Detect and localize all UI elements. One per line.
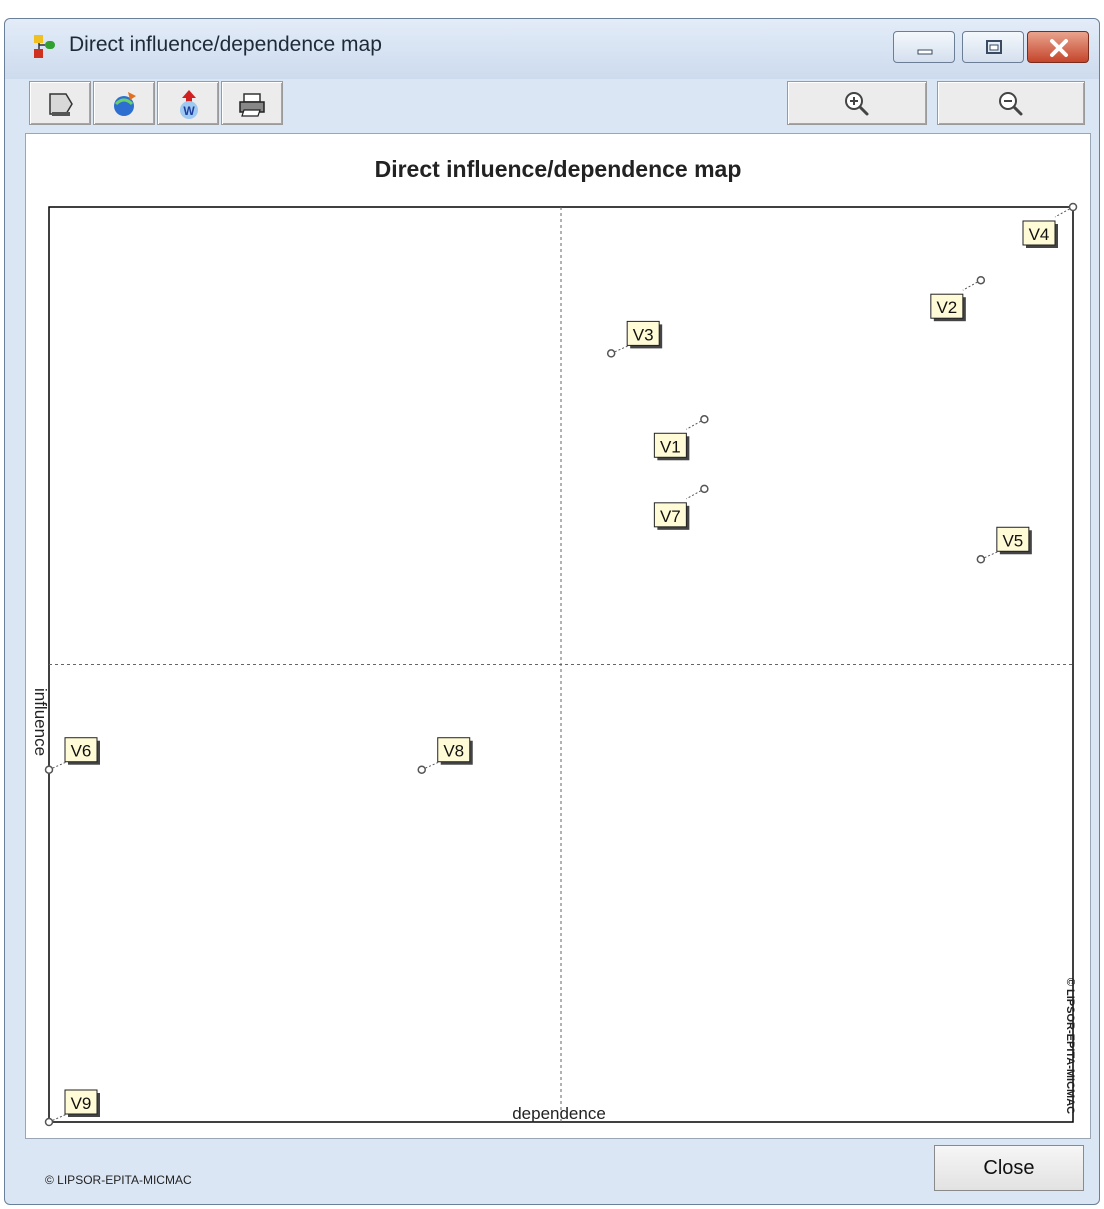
toolbar: W <box>29 79 1087 127</box>
export-icon <box>114 92 136 116</box>
close-icon <box>1050 39 1068 57</box>
footer-copyright: © LIPSOR-EPITA-MICMAC <box>45 1173 192 1187</box>
data-point <box>1068 202 1078 212</box>
zoom-out-icon <box>999 92 1023 116</box>
point-label: V3 <box>633 325 654 344</box>
window-title: Direct influence/dependence map <box>69 33 382 56</box>
zoom-out-button[interactable] <box>937 81 1085 125</box>
data-point <box>417 765 426 774</box>
influence-dependence-plot: V1V2V3V4V5V6V7V8V9 <box>44 202 1078 1127</box>
printer-icon <box>239 93 265 117</box>
data-point <box>606 349 616 358</box>
svg-text:W: W <box>183 104 195 118</box>
export-button[interactable] <box>93 81 155 125</box>
minimize-button[interactable] <box>893 31 955 63</box>
x-axis-label: dependence <box>512 1104 606 1123</box>
export-word-button[interactable]: W <box>157 81 219 125</box>
point-label: V8 <box>443 742 464 761</box>
maximize-icon <box>986 40 1002 54</box>
copy-button[interactable] <box>29 81 91 125</box>
window-close-button[interactable] <box>1027 31 1089 63</box>
y-axis-label: influence <box>31 687 50 757</box>
data-point <box>976 275 986 285</box>
zoom-in-button[interactable] <box>787 81 927 125</box>
chart-panel: Direct influence/dependence map V1 V2 V3 V4… <box>25 133 1091 1139</box>
data-point <box>700 484 709 494</box>
point-label: V1 <box>660 437 681 456</box>
vertical-copyright: © LIPSOR-EPITA-MICMAC <box>1064 977 1076 1115</box>
point-label: V2 <box>936 298 957 317</box>
close-button[interactable]: Close <box>934 1145 1084 1191</box>
point-label: V5 <box>1002 531 1023 550</box>
word-export-icon: W <box>180 90 198 119</box>
title-bar[interactable]: Direct influence/dependence map <box>5 19 1099 79</box>
copy-icon <box>49 93 73 116</box>
zoom-in-icon <box>845 92 869 116</box>
minimize-icon <box>917 49 933 55</box>
maximize-button[interactable] <box>962 31 1024 63</box>
data-point <box>700 415 709 424</box>
data-point <box>976 555 986 564</box>
point-label: V7 <box>660 507 681 526</box>
point-label: V4 <box>1029 225 1050 244</box>
point-label: V6 <box>71 742 92 761</box>
map-window: Direct influence/dependence map W Direct… <box>4 18 1100 1205</box>
micmac-app-icon <box>34 35 55 58</box>
print-button[interactable] <box>221 81 283 125</box>
